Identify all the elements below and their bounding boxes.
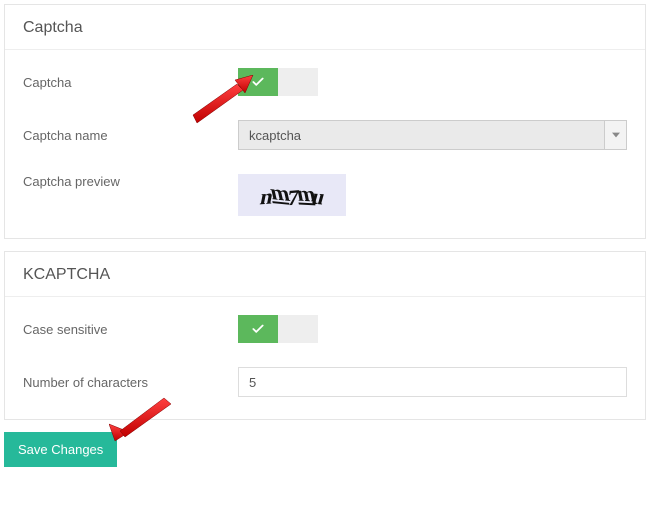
toggle-on-segment (238, 315, 278, 343)
kcaptcha-panel: KCAPTCHA Case sensitive Number of charac… (4, 251, 646, 420)
captcha-panel: Captcha Captcha Captcha name kcaptcha (4, 4, 646, 239)
numchars-row: Number of characters (23, 355, 627, 409)
captcha-enable-row: Captcha (23, 56, 627, 108)
chevron-down-icon (612, 131, 620, 139)
kcaptcha-panel-body: Case sensitive Number of characters (5, 297, 645, 419)
captcha-name-value: kcaptcha (239, 121, 604, 149)
toggle-off-segment (278, 68, 318, 96)
select-dropdown-button[interactable] (604, 121, 626, 149)
kcaptcha-panel-title: KCAPTCHA (5, 252, 645, 297)
case-sensitive-label: Case sensitive (23, 322, 238, 337)
check-icon (251, 322, 265, 336)
save-changes-button[interactable]: Save Changes (4, 432, 117, 467)
check-icon (251, 75, 265, 89)
captcha-name-label: Captcha name (23, 128, 238, 143)
captcha-panel-title: Captcha (5, 5, 645, 50)
toggle-on-segment (238, 68, 278, 96)
toggle-off-segment (278, 315, 318, 343)
captcha-preview-image: nm7mu (238, 174, 346, 216)
case-sensitive-row: Case sensitive (23, 303, 627, 355)
captcha-panel-body: Captcha Captcha name kcaptcha (5, 50, 645, 238)
captcha-enable-label: Captcha (23, 75, 238, 90)
captcha-name-select[interactable]: kcaptcha (238, 120, 627, 150)
numchars-input[interactable] (238, 367, 627, 397)
captcha-enable-toggle[interactable] (238, 68, 318, 96)
captcha-preview-label: Captcha preview (23, 174, 238, 189)
captcha-preview-row: Captcha preview nm7mu (23, 162, 627, 228)
case-sensitive-toggle[interactable] (238, 315, 318, 343)
numchars-label: Number of characters (23, 375, 238, 390)
captcha-name-row: Captcha name kcaptcha (23, 108, 627, 162)
